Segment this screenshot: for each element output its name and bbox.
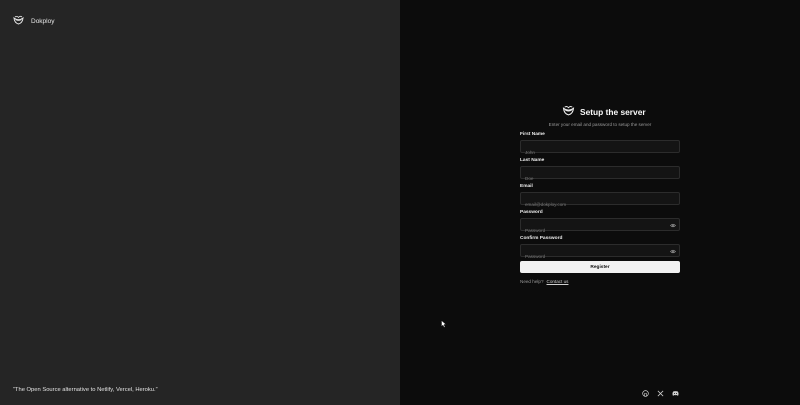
last-name-input[interactable] (521, 173, 679, 184)
email-input[interactable] (521, 199, 679, 210)
register-button[interactable]: Register (520, 261, 680, 273)
setup-header: Setup the server (562, 103, 646, 121)
password-input[interactable] (521, 225, 679, 236)
social-links (642, 390, 679, 397)
last-name-field-wrapper (520, 166, 680, 184)
discord-icon[interactable] (672, 390, 679, 397)
dokploy-logo-icon (13, 12, 24, 30)
setup-form: First Name Last Name Email Password Conf… (520, 131, 680, 273)
page-title: Setup the server (580, 107, 646, 117)
tagline: “The Open Source alternative to Netlify,… (13, 387, 158, 393)
dokploy-logo-icon (562, 103, 575, 121)
show-password-eye-icon[interactable] (669, 222, 676, 228)
first-name-field-wrapper (520, 140, 680, 158)
left-panel: Dokploy “The Open Source alternative to … (0, 0, 400, 405)
email-label: Email (520, 184, 533, 189)
mouse-pointer-icon (441, 315, 447, 333)
email-field-wrapper (520, 192, 680, 210)
confirm-password-field-wrapper (520, 244, 680, 262)
password-label: Password (520, 210, 543, 215)
first-name-label: First Name (520, 132, 545, 137)
brand[interactable]: Dokploy (13, 12, 54, 30)
x-icon[interactable] (657, 390, 664, 397)
brand-name: Dokploy (31, 17, 55, 25)
last-name-label: Last Name (520, 158, 545, 163)
right-panel: Setup the server Enter your email and pa… (400, 0, 800, 405)
confirm-password-label: Confirm Password (520, 236, 563, 241)
github-icon[interactable] (642, 390, 649, 397)
password-field-wrapper (520, 218, 680, 236)
page-subtitle: Enter your email and password to setup t… (548, 122, 652, 127)
show-confirm-password-eye-icon[interactable] (669, 248, 676, 254)
first-name-input[interactable] (521, 147, 679, 158)
help-text: Need help? (520, 279, 544, 284)
help-line: Need help? Contact us (520, 279, 568, 284)
confirm-password-input[interactable] (521, 251, 679, 262)
contact-us-link[interactable]: Contact us (547, 279, 569, 284)
